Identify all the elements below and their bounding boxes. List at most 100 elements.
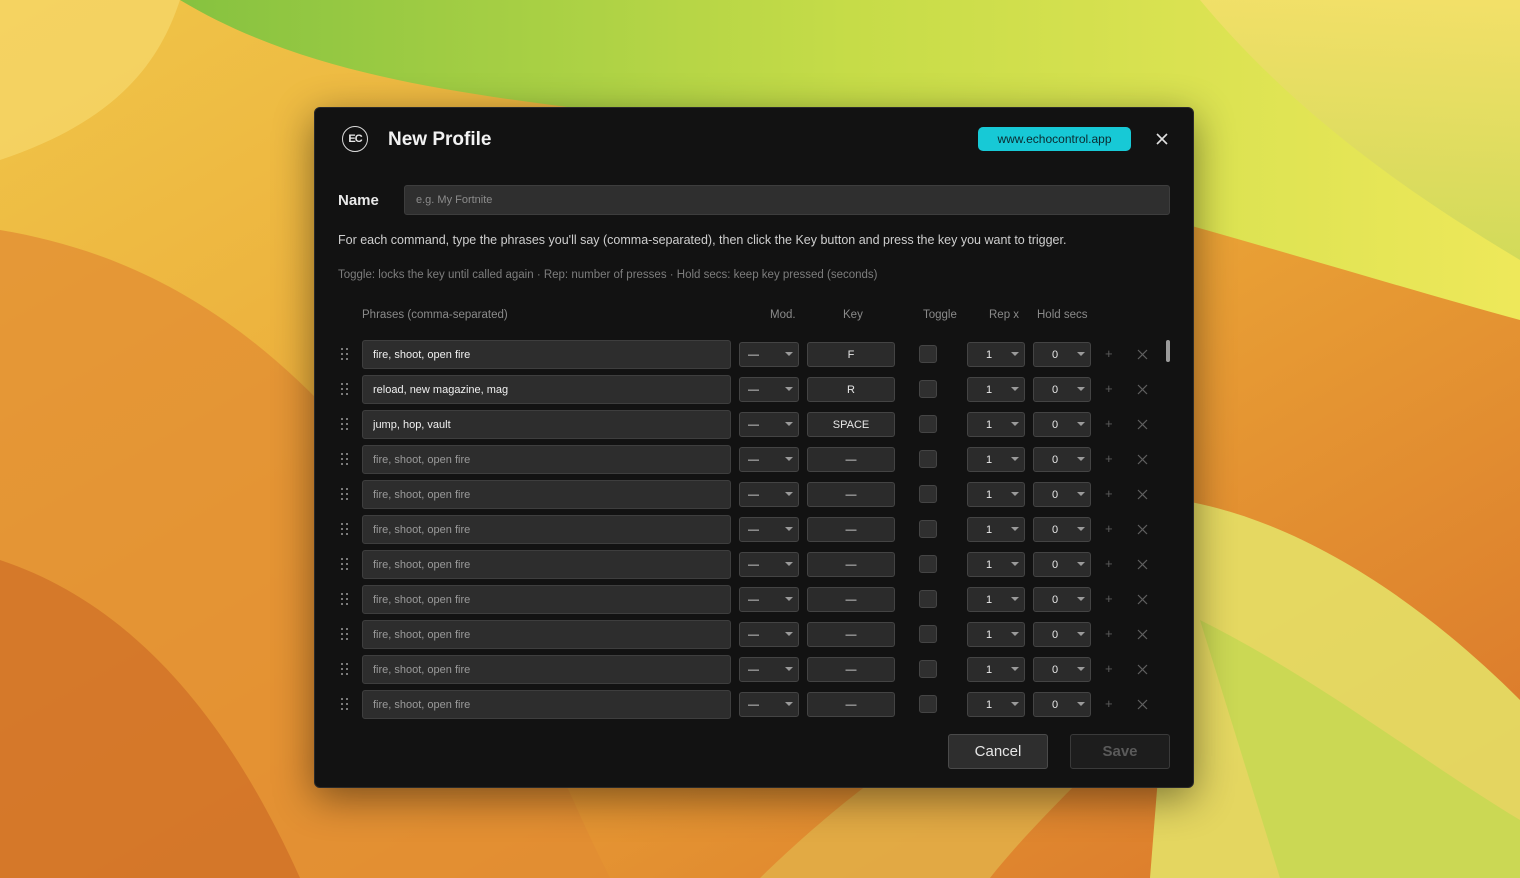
remove-x-icon[interactable] <box>1137 594 1148 605</box>
modifier-select[interactable]: — <box>739 412 799 437</box>
plus-icon[interactable]: + <box>1105 591 1113 606</box>
hold-select[interactable]: 0 <box>1033 517 1091 542</box>
key-button[interactable]: — <box>807 622 895 647</box>
plus-icon[interactable]: + <box>1105 346 1113 361</box>
key-button[interactable]: — <box>807 552 895 577</box>
rep-select[interactable]: 1 <box>967 482 1025 507</box>
toggle-checkbox[interactable] <box>919 485 937 503</box>
phrases-input[interactable] <box>362 480 731 509</box>
plus-icon[interactable]: + <box>1105 521 1113 536</box>
rep-select[interactable]: 1 <box>967 517 1025 542</box>
plus-icon[interactable]: + <box>1105 556 1113 571</box>
modifier-select[interactable]: — <box>739 587 799 612</box>
modifier-select[interactable]: — <box>739 692 799 717</box>
remove-x-icon[interactable] <box>1137 524 1148 535</box>
drag-handle-icon[interactable] <box>341 628 351 642</box>
plus-icon[interactable]: + <box>1105 661 1113 676</box>
drag-handle-icon[interactable] <box>341 453 351 467</box>
key-button[interactable]: — <box>807 482 895 507</box>
modifier-select[interactable]: — <box>739 482 799 507</box>
modifier-select[interactable]: — <box>739 447 799 472</box>
modifier-select[interactable]: — <box>739 622 799 647</box>
modifier-select[interactable]: — <box>739 342 799 367</box>
rep-select[interactable]: 1 <box>967 622 1025 647</box>
plus-icon[interactable]: + <box>1105 381 1113 396</box>
phrases-input[interactable] <box>362 375 731 404</box>
remove-x-icon[interactable] <box>1137 454 1148 465</box>
remove-x-icon[interactable] <box>1137 559 1148 570</box>
rep-select[interactable]: 1 <box>967 552 1025 577</box>
website-link[interactable]: www.echocontrol.app <box>978 127 1131 151</box>
close-icon[interactable] <box>1152 129 1172 149</box>
toggle-checkbox[interactable] <box>919 660 937 678</box>
remove-x-icon[interactable] <box>1137 664 1148 675</box>
phrases-input[interactable] <box>362 515 731 544</box>
toggle-checkbox[interactable] <box>919 625 937 643</box>
hold-select[interactable]: 0 <box>1033 657 1091 682</box>
remove-x-icon[interactable] <box>1137 489 1148 500</box>
plus-icon[interactable]: + <box>1105 416 1113 431</box>
phrases-input[interactable] <box>362 410 731 439</box>
scrollbar-track[interactable] <box>1165 340 1171 722</box>
modifier-select[interactable]: — <box>739 517 799 542</box>
toggle-checkbox[interactable] <box>919 380 937 398</box>
drag-handle-icon[interactable] <box>341 488 351 502</box>
toggle-checkbox[interactable] <box>919 695 937 713</box>
key-button[interactable]: — <box>807 657 895 682</box>
key-button[interactable]: — <box>807 692 895 717</box>
modifier-select[interactable]: — <box>739 377 799 402</box>
drag-handle-icon[interactable] <box>341 418 351 432</box>
hold-select[interactable]: 0 <box>1033 447 1091 472</box>
toggle-checkbox[interactable] <box>919 345 937 363</box>
remove-x-icon[interactable] <box>1137 384 1148 395</box>
key-button[interactable]: SPACE <box>807 412 895 437</box>
drag-handle-icon[interactable] <box>341 698 351 712</box>
drag-handle-icon[interactable] <box>341 383 351 397</box>
hold-select[interactable]: 0 <box>1033 377 1091 402</box>
remove-x-icon[interactable] <box>1137 349 1148 360</box>
toggle-checkbox[interactable] <box>919 450 937 468</box>
key-button[interactable]: — <box>807 587 895 612</box>
key-button[interactable]: — <box>807 517 895 542</box>
drag-handle-icon[interactable] <box>341 523 351 537</box>
hold-select[interactable]: 0 <box>1033 692 1091 717</box>
scrollbar-thumb[interactable] <box>1166 340 1170 362</box>
remove-x-icon[interactable] <box>1137 629 1148 640</box>
rep-select[interactable]: 1 <box>967 587 1025 612</box>
toggle-checkbox[interactable] <box>919 555 937 573</box>
key-button[interactable]: — <box>807 447 895 472</box>
modifier-select[interactable]: — <box>739 552 799 577</box>
drag-handle-icon[interactable] <box>341 593 351 607</box>
phrases-input[interactable] <box>362 445 731 474</box>
phrases-input[interactable] <box>362 550 731 579</box>
phrases-input[interactable] <box>362 690 731 719</box>
drag-handle-icon[interactable] <box>341 663 351 677</box>
save-button[interactable]: Save <box>1070 734 1170 769</box>
modifier-select[interactable]: — <box>739 657 799 682</box>
drag-handle-icon[interactable] <box>341 348 351 362</box>
toggle-checkbox[interactable] <box>919 520 937 538</box>
hold-select[interactable]: 0 <box>1033 587 1091 612</box>
plus-icon[interactable]: + <box>1105 696 1113 711</box>
hold-select[interactable]: 0 <box>1033 412 1091 437</box>
toggle-checkbox[interactable] <box>919 590 937 608</box>
phrases-input[interactable] <box>362 340 731 369</box>
phrases-input[interactable] <box>362 585 731 614</box>
rep-select[interactable]: 1 <box>967 412 1025 437</box>
plus-icon[interactable]: + <box>1105 626 1113 641</box>
rep-select[interactable]: 1 <box>967 447 1025 472</box>
profile-name-input[interactable] <box>404 185 1170 215</box>
hold-select[interactable]: 0 <box>1033 342 1091 367</box>
key-button[interactable]: F <box>807 342 895 367</box>
hold-select[interactable]: 0 <box>1033 552 1091 577</box>
rep-select[interactable]: 1 <box>967 692 1025 717</box>
key-button[interactable]: R <box>807 377 895 402</box>
plus-icon[interactable]: + <box>1105 451 1113 466</box>
rep-select[interactable]: 1 <box>967 657 1025 682</box>
plus-icon[interactable]: + <box>1105 486 1113 501</box>
remove-x-icon[interactable] <box>1137 699 1148 710</box>
phrases-input[interactable] <box>362 620 731 649</box>
hold-select[interactable]: 0 <box>1033 622 1091 647</box>
remove-x-icon[interactable] <box>1137 419 1148 430</box>
rep-select[interactable]: 1 <box>967 342 1025 367</box>
